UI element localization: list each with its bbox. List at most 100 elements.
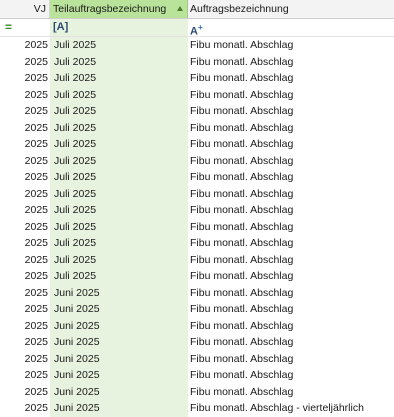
- table-row[interactable]: 2025 Juli 2025 Fibu monatl. Abschlag: [0, 53, 394, 71]
- cell-auftragsbezeichnung[interactable]: Fibu monatl. Abschlag: [188, 103, 394, 120]
- cell-auftragsbezeichnung[interactable]: Fibu monatl. Abschlag: [188, 87, 394, 104]
- cell-vj[interactable]: 2025: [0, 136, 50, 153]
- table-row[interactable]: 2025 Juli 2025 Fibu monatl. Abschlag: [0, 268, 394, 285]
- table-row[interactable]: 2025 Juli 2025 Fibu monatl. Abschlag: [0, 185, 394, 203]
- cell-auftragsbezeichnung[interactable]: Fibu monatl. Abschlag: [188, 37, 394, 54]
- cell-teilauftragsbezeichnung[interactable]: Juli 2025: [50, 103, 188, 120]
- cell-teilauftragsbezeichnung[interactable]: Juli 2025: [50, 152, 188, 169]
- cell-vj[interactable]: 2025: [0, 70, 50, 87]
- cell-auftragsbezeichnung[interactable]: Fibu monatl. Abschlag: [188, 334, 394, 351]
- table-row[interactable]: 2025 Juli 2025 Fibu monatl. Abschlag: [0, 235, 394, 252]
- table-row[interactable]: 2025 Juni 2025 Fibu monatl. Abschlag: [0, 383, 394, 401]
- cell-teilauftragsbezeichnung[interactable]: Juli 2025: [50, 235, 188, 252]
- cell-vj[interactable]: 2025: [0, 252, 50, 269]
- cell-vj[interactable]: 2025: [0, 120, 50, 137]
- cell-teilauftragsbezeichnung[interactable]: Juli 2025: [50, 218, 188, 235]
- cell-vj[interactable]: 2025: [0, 318, 50, 335]
- cell-auftragsbezeichnung[interactable]: Fibu monatl. Abschlag: [188, 202, 394, 219]
- cell-auftragsbezeichnung[interactable]: Fibu monatl. Abschlag: [188, 285, 394, 302]
- cell-vj[interactable]: 2025: [0, 169, 50, 186]
- cell-vj[interactable]: 2025: [0, 235, 50, 252]
- cell-vj[interactable]: 2025: [0, 37, 50, 54]
- filter-cell-vj[interactable]: =: [0, 19, 50, 36]
- cell-teilauftragsbezeichnung[interactable]: Juni 2025: [50, 383, 188, 400]
- table-row[interactable]: 2025 Juni 2025 Fibu monatl. Abschlag: [0, 301, 394, 318]
- cell-auftragsbezeichnung[interactable]: Fibu monatl. Abschlag: [188, 384, 394, 401]
- cell-auftragsbezeichnung[interactable]: Fibu monatl. Abschlag: [188, 70, 394, 87]
- cell-auftragsbezeichnung[interactable]: Fibu monatl. Abschlag: [188, 252, 394, 269]
- filter-cell-teil[interactable]: [A]: [50, 19, 188, 36]
- cell-teilauftragsbezeichnung[interactable]: Juni 2025: [50, 367, 188, 384]
- table-row[interactable]: 2025 Juni 2025 Fibu monatl. Abschlag: [0, 317, 394, 335]
- cell-vj[interactable]: 2025: [0, 384, 50, 401]
- cell-auftragsbezeichnung[interactable]: Fibu monatl. Abschlag: [188, 301, 394, 318]
- cell-teilauftragsbezeichnung[interactable]: Juni 2025: [50, 334, 188, 351]
- cell-vj[interactable]: 2025: [0, 219, 50, 236]
- column-header-auf-label: Auftragsbezeichnung: [190, 3, 289, 15]
- cell-teilauftragsbezeichnung[interactable]: Juni 2025: [50, 284, 188, 301]
- cell-vj[interactable]: 2025: [0, 54, 50, 71]
- table-row[interactable]: 2025 Juni 2025 Fibu monatl. Abschlag: [0, 284, 394, 302]
- cell-teilauftragsbezeichnung[interactable]: Juni 2025: [50, 301, 188, 318]
- filter-icon-letter: A: [190, 25, 198, 38]
- cell-teilauftragsbezeichnung[interactable]: Juli 2025: [50, 202, 188, 219]
- cell-teilauftragsbezeichnung[interactable]: Juli 2025: [50, 185, 188, 202]
- cell-auftragsbezeichnung[interactable]: Fibu monatl. Abschlag: [188, 136, 394, 153]
- table-row[interactable]: 2025 Juli 2025 Fibu monatl. Abschlag: [0, 70, 394, 87]
- cell-vj[interactable]: 2025: [0, 103, 50, 120]
- table-row[interactable]: 2025 Juli 2025 Fibu monatl. Abschlag: [0, 169, 394, 186]
- cell-auftragsbezeichnung[interactable]: Fibu monatl. Abschlag: [188, 219, 394, 236]
- cell-teilauftragsbezeichnung[interactable]: Juni 2025: [50, 350, 188, 367]
- cell-vj[interactable]: 2025: [0, 87, 50, 104]
- cell-vj[interactable]: 2025: [0, 301, 50, 318]
- column-header-auftragsbezeichnung[interactable]: Auftragsbezeichnung: [188, 0, 394, 18]
- cell-teilauftragsbezeichnung[interactable]: Juli 2025: [50, 268, 188, 285]
- cell-vj[interactable]: 2025: [0, 268, 50, 285]
- cell-vj[interactable]: 2025: [0, 351, 50, 368]
- cell-vj[interactable]: 2025: [0, 334, 50, 351]
- cell-auftragsbezeichnung[interactable]: Fibu monatl. Abschlag: [188, 268, 394, 285]
- table-row[interactable]: 2025 Juli 2025 Fibu monatl. Abschlag: [0, 86, 394, 104]
- cell-vj[interactable]: 2025: [0, 285, 50, 302]
- table-row[interactable]: 2025 Juli 2025 Fibu monatl. Abschlag: [0, 152, 394, 170]
- table-row[interactable]: 2025 Juli 2025 Fibu monatl. Abschlag: [0, 218, 394, 236]
- table-row[interactable]: 2025 Juli 2025 Fibu monatl. Abschlag: [0, 136, 394, 153]
- cell-teilauftragsbezeichnung[interactable]: Juli 2025: [50, 119, 188, 136]
- table-row[interactable]: 2025 Juli 2025 Fibu monatl. Abschlag: [0, 37, 394, 54]
- cell-teilauftragsbezeichnung[interactable]: Juli 2025: [50, 136, 188, 153]
- table-row[interactable]: 2025 Juli 2025 Fibu monatl. Abschlag: [0, 202, 394, 219]
- cell-auftragsbezeichnung[interactable]: Fibu monatl. Abschlag: [188, 153, 394, 170]
- cell-vj[interactable]: 2025: [0, 186, 50, 203]
- cell-teilauftragsbezeichnung[interactable]: Juli 2025: [50, 37, 188, 54]
- cell-auftragsbezeichnung[interactable]: Fibu monatl. Abschlag - vierteljährlich: [188, 400, 394, 417]
- cell-teilauftragsbezeichnung[interactable]: Juli 2025: [50, 251, 188, 268]
- cell-auftragsbezeichnung[interactable]: Fibu monatl. Abschlag: [188, 351, 394, 368]
- table-row[interactable]: 2025 Juni 2025 Fibu monatl. Abschlag - vie…: [0, 400, 394, 417]
- cell-auftragsbezeichnung[interactable]: Fibu monatl. Abschlag: [188, 120, 394, 137]
- table-row[interactable]: 2025 Juli 2025 Fibu monatl. Abschlag: [0, 103, 394, 120]
- cell-auftragsbezeichnung[interactable]: Fibu monatl. Abschlag: [188, 367, 394, 384]
- table-row[interactable]: 2025 Juli 2025 Fibu monatl. Abschlag: [0, 251, 394, 269]
- cell-vj[interactable]: 2025: [0, 367, 50, 384]
- table-row[interactable]: 2025 Juli 2025 Fibu monatl. Abschlag: [0, 119, 394, 137]
- cell-auftragsbezeichnung[interactable]: Fibu monatl. Abschlag: [188, 169, 394, 186]
- column-header-teilauftragsbezeichnung[interactable]: Teilauftragsbezeichnung: [50, 0, 188, 18]
- cell-vj[interactable]: 2025: [0, 202, 50, 219]
- cell-vj[interactable]: 2025: [0, 153, 50, 170]
- cell-teilauftragsbezeichnung[interactable]: Juli 2025: [50, 169, 188, 186]
- cell-teilauftragsbezeichnung[interactable]: Juli 2025: [50, 86, 188, 103]
- cell-auftragsbezeichnung[interactable]: Fibu monatl. Abschlag: [188, 186, 394, 203]
- cell-teilauftragsbezeichnung[interactable]: Juli 2025: [50, 53, 188, 70]
- table-row[interactable]: 2025 Juni 2025 Fibu monatl. Abschlag: [0, 350, 394, 368]
- cell-teilauftragsbezeichnung[interactable]: Juni 2025: [50, 317, 188, 334]
- cell-teilauftragsbezeichnung[interactable]: Juli 2025: [50, 70, 188, 87]
- cell-auftragsbezeichnung[interactable]: Fibu monatl. Abschlag: [188, 235, 394, 252]
- cell-teilauftragsbezeichnung[interactable]: Juni 2025: [50, 400, 188, 417]
- column-header-vj[interactable]: VJ: [0, 0, 50, 18]
- table-row[interactable]: 2025 Juni 2025 Fibu monatl. Abschlag: [0, 334, 394, 351]
- cell-auftragsbezeichnung[interactable]: Fibu monatl. Abschlag: [188, 318, 394, 335]
- cell-auftragsbezeichnung[interactable]: Fibu monatl. Abschlag: [188, 54, 394, 71]
- filter-cell-auf[interactable]: A+: [188, 19, 394, 38]
- table-row[interactable]: 2025 Juni 2025 Fibu monatl. Abschlag: [0, 367, 394, 384]
- cell-vj[interactable]: 2025: [0, 400, 50, 417]
